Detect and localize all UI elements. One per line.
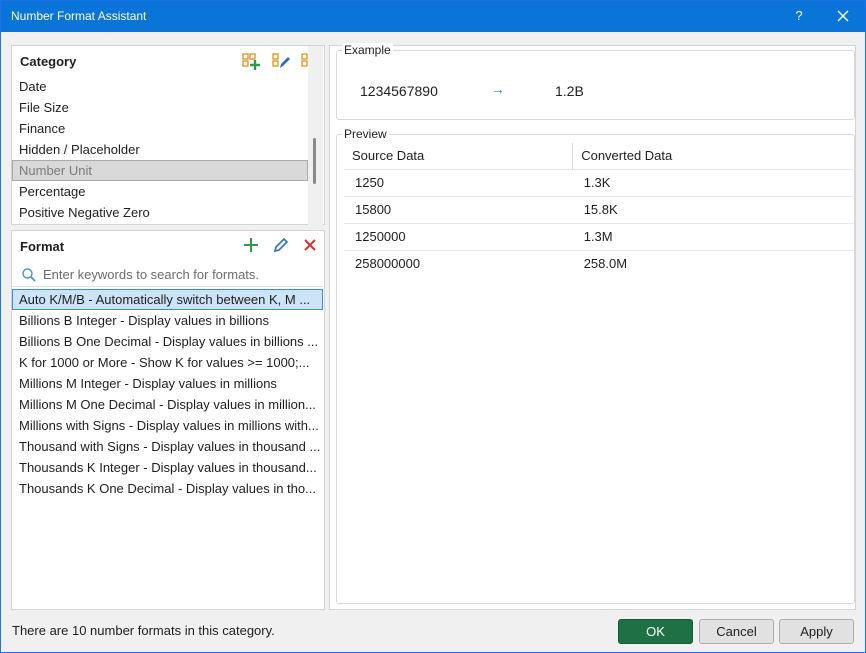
format-item[interactable]: Thousands K Integer - Display values in … bbox=[12, 457, 323, 478]
example-group: 1234567890 → 1.2B bbox=[336, 50, 855, 120]
table-row: 15800 15.8K bbox=[344, 195, 854, 223]
category-item[interactable]: Finance bbox=[12, 118, 308, 139]
example-source: 1234567890 bbox=[360, 83, 438, 99]
table-row: 1250000 1.3M bbox=[344, 222, 854, 250]
ok-button[interactable]: OK bbox=[618, 619, 693, 644]
category-item[interactable]: File Size bbox=[12, 97, 308, 118]
pencil-icon bbox=[273, 237, 289, 253]
preview-label: Preview bbox=[342, 127, 389, 141]
example-result: 1.2B bbox=[555, 83, 584, 99]
format-item[interactable]: Millions M One Decimal - Display values … bbox=[12, 394, 323, 415]
category-scrollbar[interactable] bbox=[308, 46, 323, 226]
converted-cell: 258.0M bbox=[572, 249, 854, 277]
title-bar: Number Format Assistant ? bbox=[1, 1, 865, 32]
format-panel: Format Enter keywords to search for form… bbox=[11, 230, 325, 610]
close-button[interactable] bbox=[831, 4, 855, 28]
plus-icon bbox=[244, 238, 258, 252]
category-item-selected[interactable]: Number Unit bbox=[12, 160, 308, 181]
format-item[interactable]: Billions B One Decimal - Display values … bbox=[12, 331, 323, 352]
category-title: Category bbox=[20, 54, 77, 69]
category-item[interactable]: Positive Negative Zero bbox=[12, 202, 308, 223]
cancel-button[interactable]: Cancel bbox=[699, 619, 774, 644]
table-row: 1250 1.3K bbox=[344, 168, 854, 196]
format-search[interactable]: Enter keywords to search for formats. bbox=[12, 263, 323, 287]
delete-icon bbox=[304, 239, 316, 251]
status-text: There are 10 number formats in this cate… bbox=[12, 623, 275, 638]
source-cell: 1250 bbox=[344, 168, 573, 196]
format-item[interactable]: Millions M Integer - Display values in m… bbox=[12, 373, 323, 394]
help-button[interactable]: ? bbox=[787, 4, 811, 28]
converted-cell: 15.8K bbox=[572, 195, 854, 223]
window-title: Number Format Assistant bbox=[11, 9, 147, 23]
search-icon bbox=[22, 268, 36, 282]
source-cell: 15800 bbox=[344, 195, 573, 223]
add-format-button[interactable] bbox=[241, 235, 261, 255]
converted-cell: 1.3K bbox=[572, 168, 854, 196]
format-item[interactable]: Millions with Signs - Display values in … bbox=[12, 415, 323, 436]
format-item[interactable]: Billions B Integer - Display values in b… bbox=[12, 310, 323, 331]
apply-button[interactable]: Apply bbox=[779, 619, 854, 644]
format-title: Format bbox=[20, 239, 65, 254]
format-item[interactable]: Thousand with Signs - Display values in … bbox=[12, 436, 323, 457]
edit-category-icon bbox=[272, 53, 290, 68]
format-item-selected[interactable]: Auto K/M/B - Automatically switch betwee… bbox=[12, 289, 323, 310]
category-item[interactable]: Percentage bbox=[12, 181, 308, 202]
edit-category-button[interactable] bbox=[271, 51, 291, 71]
category-item[interactable]: Date bbox=[12, 76, 308, 97]
format-item[interactable]: Thousands K One Decimal - Display values… bbox=[12, 478, 323, 499]
source-cell: 258000000 bbox=[344, 249, 573, 277]
category-item[interactable]: Hidden / Placeholder bbox=[12, 139, 308, 160]
arrow-right-icon: → bbox=[491, 81, 505, 97]
converted-cell: 1.3M bbox=[572, 222, 854, 250]
format-item[interactable]: K for 1000 or More - Show K for values >… bbox=[12, 352, 323, 373]
column-header[interactable]: Source Data bbox=[344, 143, 574, 169]
preview-group: Source Data Converted Data 1250 1.3K 158… bbox=[336, 134, 855, 604]
category-panel: Category Date File Size Finance Hidden /… bbox=[11, 45, 325, 226]
dialog-window: Number Format Assistant ? Category Date … bbox=[0, 0, 866, 653]
source-cell: 1250000 bbox=[344, 222, 573, 250]
category-list: Date File Size Finance Hidden / Placehol… bbox=[12, 76, 308, 223]
search-input[interactable]: Enter keywords to search for formats. bbox=[43, 267, 259, 282]
add-category-button[interactable] bbox=[241, 51, 261, 71]
column-header[interactable]: Converted Data bbox=[573, 143, 854, 169]
format-list: Auto K/M/B - Automatically switch betwee… bbox=[12, 289, 323, 499]
table-header-row: Source Data Converted Data bbox=[344, 143, 854, 169]
edit-format-button[interactable] bbox=[271, 235, 291, 255]
add-category-icon bbox=[242, 53, 260, 70]
scrollbar-thumb[interactable] bbox=[313, 138, 316, 184]
delete-format-button[interactable] bbox=[300, 235, 320, 255]
close-icon bbox=[837, 10, 849, 22]
example-label: Example bbox=[342, 43, 393, 57]
preview-table: Source Data Converted Data 1250 1.3K 158… bbox=[344, 143, 854, 277]
table-row: 258000000 258.0M bbox=[344, 249, 854, 277]
